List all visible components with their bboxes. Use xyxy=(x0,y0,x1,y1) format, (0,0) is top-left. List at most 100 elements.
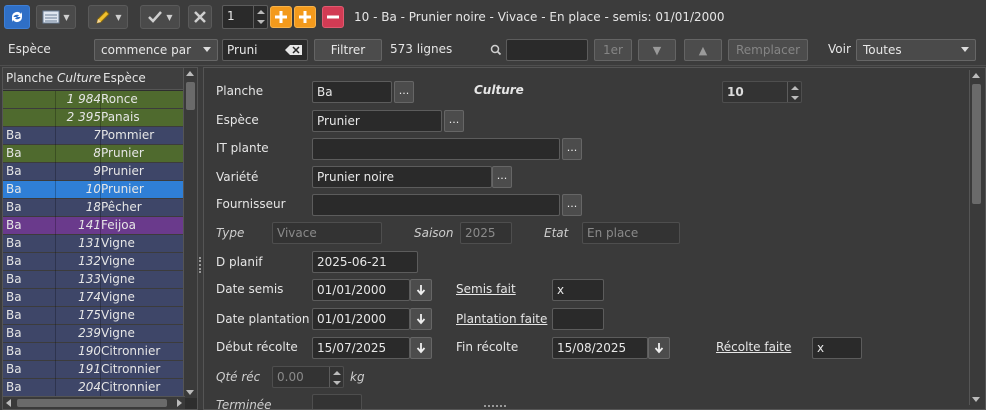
table-row[interactable]: Ba 18 Pêcher xyxy=(3,199,183,217)
list-view-menu-button[interactable]: ▼ xyxy=(36,5,76,29)
column-header-culture[interactable]: Culture xyxy=(57,71,101,85)
planche-picker-button[interactable]: ... xyxy=(394,81,414,103)
scroll-left-icon[interactable] xyxy=(6,399,11,407)
previous-match-button[interactable]: ▲ xyxy=(684,39,722,61)
planche-field[interactable]: Ba xyxy=(312,81,392,103)
table-row[interactable]: Ba 141 Feijoa xyxy=(3,217,183,235)
cell-espece: Prunier xyxy=(101,182,144,196)
delete-button[interactable] xyxy=(322,6,344,28)
table-row[interactable]: Ba 204 Citronnier xyxy=(3,379,183,397)
itplante-picker-button[interactable]: ... xyxy=(562,138,582,160)
dateplantation-field[interactable]: 01/01/2000 xyxy=(312,308,410,330)
edit-menu-button[interactable]: ▼ xyxy=(88,5,128,29)
table-row[interactable]: Ba 133 Vigne xyxy=(3,271,183,289)
column-header-planche[interactable]: Planche xyxy=(6,71,53,85)
scroll-up-icon[interactable] xyxy=(972,73,980,78)
first-match-button[interactable]: 1er xyxy=(594,39,632,61)
scroll-down-icon[interactable] xyxy=(186,390,194,395)
planche-label: Planche xyxy=(216,84,264,98)
replace-button[interactable]: Remplacer xyxy=(728,39,808,61)
finrecolte-field[interactable]: 15/08/2025 xyxy=(552,337,648,359)
table-row[interactable]: Ba 131 Vigne xyxy=(3,235,183,253)
culture-spinbox[interactable]: 10 xyxy=(722,81,802,103)
itplante-field[interactable] xyxy=(312,138,560,160)
search-icon xyxy=(490,44,502,56)
scrollbar-thumb[interactable] xyxy=(186,82,195,110)
table-row[interactable]: Ba 175 Vigne xyxy=(3,307,183,325)
fournisseur-picker-button[interactable]: ... xyxy=(562,194,582,216)
validate-menu-button[interactable]: ▼ xyxy=(140,5,180,29)
table-horizontal-scrollbar[interactable] xyxy=(3,396,185,409)
espece-value: Prunier xyxy=(317,114,360,128)
filter-mode-select[interactable]: commence par xyxy=(94,39,218,61)
next-match-button[interactable]: ▼ xyxy=(638,39,676,61)
recoltefaite-field[interactable]: x xyxy=(812,337,862,359)
h-scrollbar-thumb[interactable] xyxy=(17,399,167,407)
filter-button[interactable]: Filtrer xyxy=(314,39,382,61)
plantationfaite-field[interactable] xyxy=(552,308,604,330)
refresh-button[interactable] xyxy=(4,5,30,29)
scrollbar-thumb[interactable] xyxy=(972,84,981,204)
dplanif-field[interactable]: 2025-06-21 xyxy=(312,251,418,273)
clear-text-icon[interactable] xyxy=(285,44,303,56)
type-label: Type xyxy=(216,226,245,240)
form-vertical-scrollbar[interactable] xyxy=(969,70,983,405)
table-row[interactable]: Ba 10 Prunier xyxy=(3,181,183,199)
semisfait-label[interactable]: Semis fait xyxy=(456,282,516,296)
etat-value: En place xyxy=(587,226,639,240)
cultures-table[interactable]: Planche Culture Espèce 1 984 Ronce 2 395 Pa… xyxy=(2,67,198,410)
cell-planche: Ba xyxy=(6,200,22,214)
espece-picker-button[interactable]: ... xyxy=(444,110,464,132)
filter-input[interactable]: Pruni xyxy=(222,39,308,61)
dateplantation-calendar-button[interactable] xyxy=(410,308,432,330)
cell-espece: Vigne xyxy=(101,254,135,268)
table-row[interactable]: Ba 7 Pommier xyxy=(3,127,183,145)
table-row[interactable]: Ba 191 Citronnier xyxy=(3,361,183,379)
terminee-field[interactable] xyxy=(312,394,362,409)
variete-label: Variété xyxy=(216,170,259,184)
table-row[interactable]: Ba 239 Vigne xyxy=(3,325,183,343)
cell-culture: 9 xyxy=(93,164,101,178)
table-row[interactable]: Ba 9 Prunier xyxy=(3,163,183,181)
variete-field[interactable]: Prunier noire xyxy=(312,166,492,188)
semisfait-field[interactable]: x xyxy=(552,279,604,301)
table-row[interactable]: 2 395 Panais xyxy=(3,109,183,127)
debutrecolte-field[interactable]: 15/07/2025 xyxy=(312,337,410,359)
cell-planche: Ba xyxy=(6,254,22,268)
view-select[interactable]: Toutes xyxy=(856,39,976,61)
table-row[interactable]: Ba 132 Vigne xyxy=(3,253,183,271)
cell-espece: Vigne xyxy=(101,272,135,286)
table-row[interactable]: Ba 190 Citronnier xyxy=(3,343,183,361)
finrecolte-calendar-button[interactable] xyxy=(648,337,670,359)
add-button[interactable] xyxy=(270,6,292,28)
etat-label: Etat xyxy=(544,226,569,240)
datesemis-field[interactable]: 01/01/2000 xyxy=(312,279,410,301)
espece-field[interactable]: Prunier xyxy=(312,110,442,132)
add-copy-button[interactable] xyxy=(294,6,316,28)
table-vertical-scrollbar[interactable] xyxy=(183,68,197,398)
datesemis-calendar-button[interactable] xyxy=(410,279,432,301)
table-row[interactable]: 1 984 Ronce xyxy=(3,91,183,109)
itplante-label: IT plante xyxy=(216,141,269,155)
copy-count-spinbox[interactable]: 1 xyxy=(222,5,268,29)
search-input[interactable] xyxy=(506,39,588,61)
recoltefaite-label[interactable]: Récolte faite xyxy=(716,340,791,354)
scroll-up-icon[interactable] xyxy=(186,71,194,76)
cell-culture: 190 xyxy=(78,344,101,358)
fournisseur-label: Fournisseur xyxy=(216,197,286,211)
plantationfaite-label[interactable]: Plantation faite xyxy=(456,312,547,326)
debutrecolte-calendar-button[interactable] xyxy=(410,337,432,359)
fournisseur-field[interactable] xyxy=(312,194,560,216)
culture-label: Culture xyxy=(474,83,524,97)
scroll-right-icon[interactable] xyxy=(177,399,182,407)
scroll-down-icon[interactable] xyxy=(972,397,980,402)
bottom-splitter-handle[interactable] xyxy=(484,405,506,408)
cell-planche: Ba xyxy=(6,326,22,340)
panel-splitter[interactable] xyxy=(198,67,202,410)
table-row[interactable]: Ba 174 Vigne xyxy=(3,289,183,307)
table-row[interactable]: Ba 8 Prunier xyxy=(3,145,183,163)
toolbar: ▼ ▼ ▼ 1 10 - Ba - Prunier noire - Vivace… xyxy=(0,0,986,34)
variete-picker-button[interactable]: ... xyxy=(492,166,512,188)
cancel-button[interactable] xyxy=(188,5,212,29)
column-header-espece[interactable]: Espèce xyxy=(103,71,146,85)
